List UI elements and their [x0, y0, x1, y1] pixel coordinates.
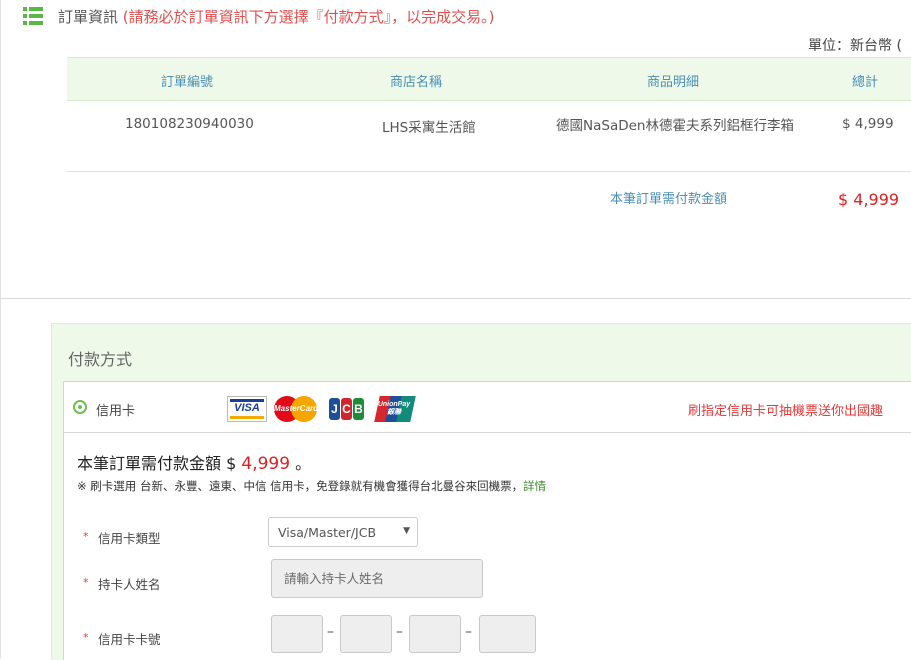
col-order-no: 訂單編號 — [161, 75, 214, 90]
card-type-select[interactable]: Visa/Master/JCB ▼ — [268, 517, 418, 547]
col-store: 商店名稱 — [390, 75, 443, 90]
total-cell: $ 4,999 — [842, 116, 894, 132]
holder-name-label: 持卡人姓名 — [98, 577, 161, 592]
card-number-input-3[interactable] — [409, 615, 461, 653]
credit-card-label[interactable]: 信用卡 — [96, 400, 135, 419]
order-no-cell: 180108230940030 — [125, 116, 254, 132]
col-item: 商品明細 — [647, 75, 700, 90]
jcb-logo-icon: J C B — [329, 396, 365, 422]
store-cell: LHS采寓生活館 — [382, 120, 476, 136]
chevron-down-icon: ▼ — [403, 526, 410, 536]
promo-text: 刷指定信用卡可抽機票送你出國趣 — [688, 404, 884, 419]
list-icon — [23, 7, 43, 25]
holder-name-input[interactable] — [271, 559, 483, 598]
section-title: 訂單資訊 (請務必於訂單資訊下方選擇『付款方式』，以完成交易。) — [58, 6, 495, 27]
section-title-note: (請務必於訂單資訊下方選擇『付款方式』，以完成交易。) — [122, 8, 495, 26]
card-type-label: 信用卡類型 — [98, 531, 161, 546]
item-cell: 德國NaSaDen林德霍夫系列鋁框行李箱 — [556, 118, 794, 134]
card-number-input-2[interactable] — [340, 615, 392, 653]
mastercard-logo-icon: MasterCard — [274, 396, 318, 422]
table-divider — [67, 171, 911, 172]
bank-note: ※ 刷卡選用 台新、永豐、遠東、中信 信用卡，免登錄就有機會獲得台北曼谷來回機票… — [77, 479, 547, 493]
card-number-label: 信用卡卡號 — [98, 632, 161, 647]
card-number-input-1[interactable] — [271, 615, 323, 653]
section-divider — [0, 298, 911, 299]
visa-logo-icon: VISA — [227, 396, 267, 422]
credit-card-radio[interactable] — [73, 400, 87, 414]
card-number-separator: – — [396, 624, 403, 640]
details-link[interactable]: 詳情 — [523, 479, 546, 493]
unionpay-logo-icon: UnionPay 銀聯 — [374, 396, 416, 422]
credit-card-header-divider — [63, 432, 911, 433]
card-type-value: Visa/Master/JCB — [278, 525, 377, 540]
payment-title: 付款方式 — [68, 350, 133, 369]
summary-label: 本筆訂單需付款金額 — [610, 192, 728, 207]
col-total: 總計 — [852, 75, 879, 90]
required-mark: * — [83, 631, 89, 644]
payment-amount-value: 4,999 — [241, 454, 291, 474]
left-border — [0, 0, 1, 659]
payment-amount: 本筆訂單需付款金額 $ 4,999 。 — [77, 454, 312, 474]
currency-unit: 單位：新台幣 ( — [808, 38, 902, 54]
card-number-separator: – — [465, 624, 472, 640]
section-title-text: 訂單資訊 — [58, 8, 119, 26]
card-number-input-4[interactable] — [479, 615, 536, 653]
order-table-header: 訂單編號 商店名稱 商品明細 總計 — [67, 57, 911, 101]
summary-amount: $ 4,999 — [838, 190, 900, 209]
card-number-separator: – — [327, 624, 334, 640]
required-mark: * — [83, 530, 89, 543]
required-mark: * — [83, 576, 89, 589]
